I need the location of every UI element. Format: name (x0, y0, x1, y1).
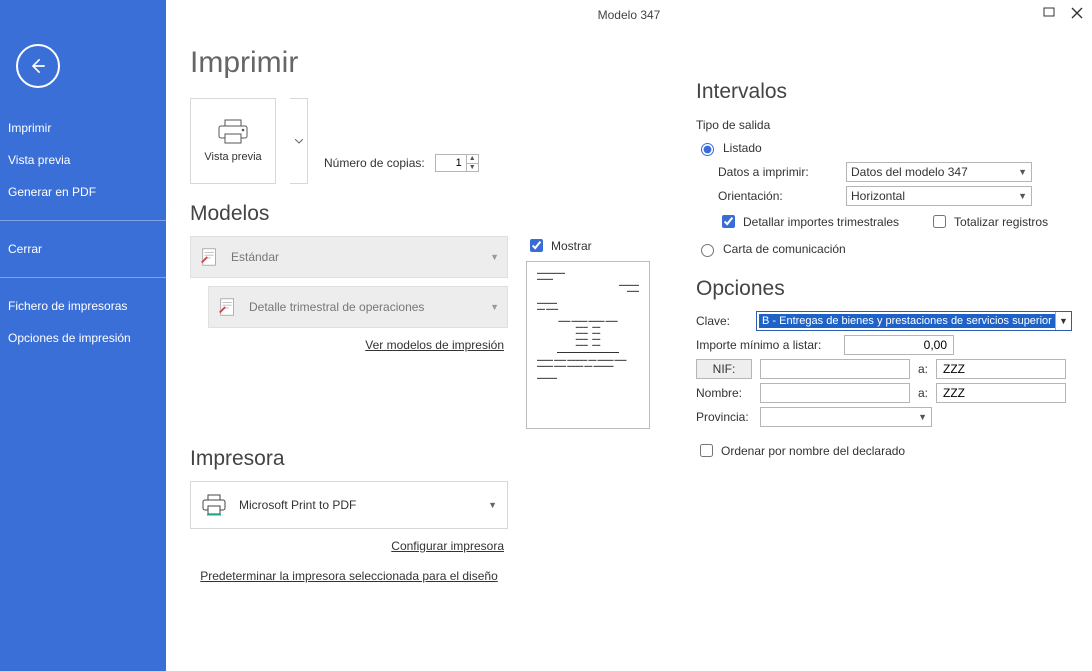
detail-quarterly-label: Detallar importes trimestrales (743, 215, 899, 229)
provincia-label: Provincia: (696, 410, 752, 424)
document-icon (199, 246, 221, 268)
nombre-label: Nombre: (696, 386, 752, 400)
radio-carta[interactable]: Carta de comunicación (696, 241, 1072, 257)
view-models-link[interactable]: Ver modelos de impresión (365, 338, 504, 352)
copies-label: Número de copias: (324, 156, 425, 170)
chevron-down-icon: ▼ (1018, 191, 1027, 201)
totalize-input[interactable] (933, 215, 946, 228)
datos-value: Datos del modelo 347 (851, 165, 968, 179)
models-heading: Modelos (190, 202, 680, 226)
order-by-name-input[interactable] (700, 444, 713, 457)
model-detail[interactable]: Detalle trimestral de operaciones ▼ (208, 286, 508, 328)
copies-spinner[interactable]: ▲ ▼ (435, 154, 479, 172)
copies-down[interactable]: ▼ (467, 163, 478, 171)
provincia-select[interactable]: ▼ (760, 407, 932, 427)
a-label-2: a: (918, 386, 928, 400)
window-title: Modelo 347 (598, 8, 661, 22)
radio-listado[interactable]: Listado (696, 140, 1072, 156)
output-type-label: Tipo de salida (696, 118, 1072, 132)
preview-dropdown[interactable] (290, 98, 308, 184)
back-button[interactable] (16, 44, 60, 88)
preview-label: Vista previa (204, 151, 261, 163)
configure-printer-link[interactable]: Configurar impresora (391, 539, 504, 553)
orient-select[interactable]: Horizontal ▼ (846, 186, 1032, 206)
chevron-down-icon: ▼ (1055, 312, 1071, 330)
nif-from-input[interactable] (765, 360, 905, 378)
radio-listado-input[interactable] (701, 143, 714, 156)
sidebar-item-print[interactable]: Imprimir (0, 112, 166, 144)
importe-input[interactable] (849, 336, 949, 354)
datos-label: Datos a imprimir: (718, 165, 838, 179)
order-by-name-label: Ordenar por nombre del declarado (721, 444, 905, 458)
sidebar-item-generate-pdf[interactable]: Generar en PDF (0, 176, 166, 208)
printer-icon (216, 119, 250, 145)
printer-icon (201, 494, 227, 516)
order-by-name-checkbox[interactable]: Ordenar por nombre del declarado (696, 441, 1072, 460)
document-preview: ▬▬▬▬▬▬▬ ▬▬▬▬ ▬▬▬▬▬▬▬▬ ▬▬▬▬▬ ▬▬ ▬▬▬ ▬▬▬ ▬… (526, 261, 650, 429)
document-icon (217, 296, 239, 318)
radio-listado-label: Listado (723, 141, 762, 155)
chevron-down-icon: ▼ (488, 500, 497, 510)
show-label: Mostrar (551, 239, 592, 253)
nif-button[interactable]: NIF: (696, 359, 752, 379)
copies-input[interactable] (436, 156, 466, 170)
printer-name: Microsoft Print to PDF (239, 498, 356, 512)
close-icon[interactable] (1068, 4, 1086, 22)
clave-label: Clave: (696, 314, 748, 328)
sidebar-item-printers-file[interactable]: Fichero de impresoras (0, 290, 166, 322)
intervals-heading: Intervalos (696, 80, 1072, 104)
sidebar-item-close[interactable]: Cerrar (0, 233, 166, 265)
page-title: Imprimir (190, 46, 680, 80)
nombre-to-input[interactable] (941, 384, 1061, 402)
datos-select[interactable]: Datos del modelo 347 ▼ (846, 162, 1032, 182)
printer-select[interactable]: Microsoft Print to PDF ▼ (190, 481, 508, 529)
radio-carta-label: Carta de comunicación (723, 242, 846, 256)
model-standard[interactable]: Estándar ▼ (190, 236, 508, 278)
options-heading: Opciones (696, 277, 1072, 301)
copies-up[interactable]: ▲ (467, 155, 478, 163)
clave-value: B - Entregas de bienes y prestaciones de… (759, 314, 1055, 328)
orient-value: Horizontal (851, 189, 905, 203)
chevron-down-icon: ▼ (1018, 167, 1027, 177)
totalize-label: Totalizar registros (954, 215, 1048, 229)
detail-quarterly-input[interactable] (722, 215, 735, 228)
clave-select[interactable]: B - Entregas de bienes y prestaciones de… (756, 311, 1072, 331)
set-default-printer-link[interactable]: Predeterminar la impresora seleccionada … (200, 569, 498, 583)
show-checkbox-input[interactable] (530, 239, 543, 252)
chevron-down-icon: ▼ (490, 252, 499, 262)
preview-button[interactable]: Vista previa (190, 98, 276, 184)
importe-label: Importe mínimo a listar: (696, 338, 836, 352)
sidebar-item-print-options[interactable]: Opciones de impresión (0, 322, 166, 354)
sidebar: Imprimir Vista previa Generar en PDF Cer… (0, 0, 166, 671)
nif-to-input[interactable] (941, 360, 1061, 378)
orient-label: Orientación: (718, 189, 838, 203)
nombre-from-input[interactable] (765, 384, 905, 402)
printer-heading: Impresora (190, 447, 680, 471)
model-standard-label: Estándar (231, 250, 279, 264)
minimize-icon[interactable] (1040, 4, 1058, 22)
chevron-down-icon: ▼ (918, 412, 927, 422)
a-label-1: a: (918, 362, 928, 376)
title-bar: Modelo 347 (166, 0, 1092, 30)
radio-carta-input[interactable] (701, 244, 714, 257)
chevron-down-icon: ▼ (490, 302, 499, 312)
detail-quarterly-checkbox[interactable]: Detallar importes trimestrales (718, 212, 899, 231)
model-detail-label: Detalle trimestral de operaciones (249, 300, 424, 314)
show-checkbox[interactable]: Mostrar (526, 236, 650, 255)
totalize-checkbox[interactable]: Totalizar registros (929, 212, 1048, 231)
sidebar-item-preview[interactable]: Vista previa (0, 144, 166, 176)
